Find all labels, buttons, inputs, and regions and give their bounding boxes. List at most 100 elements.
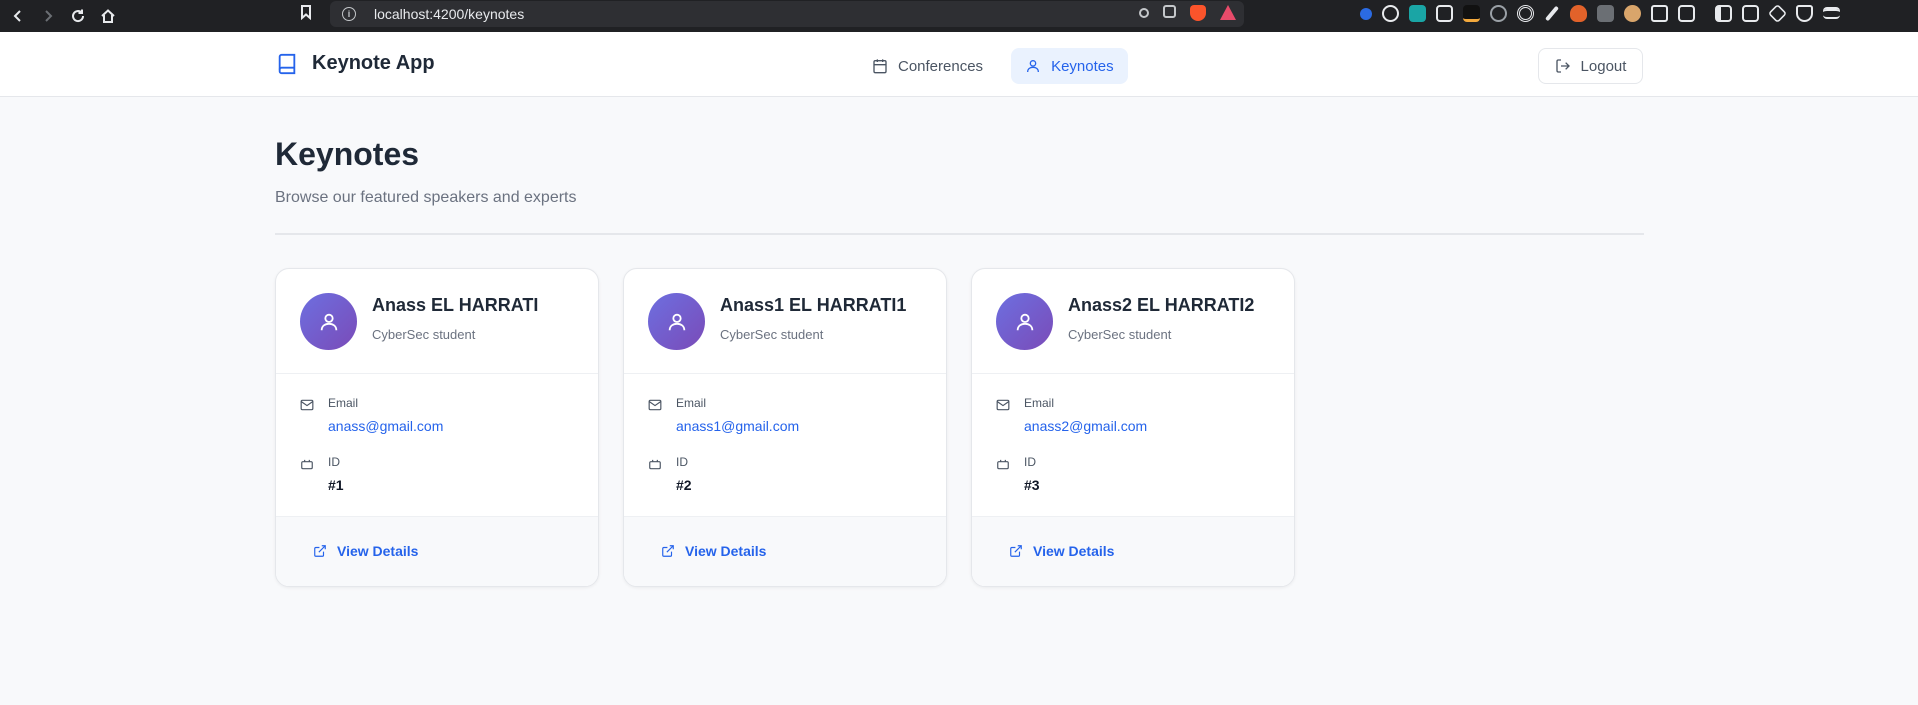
- user-icon: [1027, 60, 1040, 73]
- external-link-icon: [314, 545, 326, 557]
- id-value: #3: [1024, 477, 1040, 493]
- mail-icon: [996, 398, 1010, 412]
- browser-toolbar: i localhost:4200/keynotes: [0, 0, 1918, 32]
- forward-button[interactable]: [36, 4, 60, 28]
- extension-wave-icon[interactable]: [1360, 8, 1372, 20]
- extension-w-icon[interactable]: [1382, 5, 1399, 22]
- email-label: Email: [1024, 396, 1055, 410]
- keynote-card: Anass EL HARRATI CyberSec student Email …: [275, 268, 599, 587]
- forward-arrow-icon: [45, 10, 53, 22]
- view-details-label: View Details: [1033, 543, 1115, 559]
- badge-icon: [648, 457, 662, 471]
- email-link[interactable]: anass@gmail.com: [328, 418, 443, 434]
- id-label: ID: [1024, 455, 1036, 469]
- nav-keynotes[interactable]: Keynotes: [1011, 48, 1128, 84]
- view-details-button[interactable]: View Details: [1009, 543, 1114, 559]
- avatar: [996, 293, 1053, 350]
- bookmark-icon: [301, 5, 311, 21]
- view-details-label: View Details: [337, 543, 419, 559]
- vpn-shield-icon[interactable]: [1796, 5, 1813, 22]
- reload-icon: [72, 9, 85, 23]
- nav-conferences-label: Conferences: [898, 57, 984, 75]
- page-subtitle: Browse our featured speakers and experts: [275, 189, 577, 206]
- logout-button[interactable]: Logout: [1538, 48, 1643, 84]
- extensions-puzzle-icon[interactable]: [1651, 5, 1668, 22]
- sidebar-toggle-icon[interactable]: [1715, 5, 1732, 22]
- card-footer: View Details: [624, 516, 946, 586]
- avatar: [648, 293, 705, 350]
- user-icon: [1016, 313, 1033, 330]
- view-details-label: View Details: [685, 543, 767, 559]
- card-header: Anass1 EL HARRATI1 CyberSec student: [624, 269, 946, 374]
- home-icon: [101, 9, 115, 23]
- nav-conferences[interactable]: Conferences: [858, 48, 997, 84]
- share-icon[interactable]: [1163, 5, 1176, 18]
- app-header: Keynote App Conferences Keynotes Logout: [0, 32, 1918, 97]
- extensions-bar: [1360, 3, 1840, 24]
- address-bar[interactable]: i localhost:4200/keynotes: [330, 1, 1244, 27]
- keynote-card: Anass1 EL HARRATI1 CyberSec student Emai…: [623, 268, 947, 587]
- extension-fox-icon[interactable]: [1570, 5, 1587, 22]
- external-link-icon: [662, 545, 674, 557]
- email-link[interactable]: anass2@gmail.com: [1024, 418, 1147, 434]
- card-footer: View Details: [276, 516, 598, 586]
- card-header: Anass EL HARRATI CyberSec student: [276, 269, 598, 374]
- site-info-icon[interactable]: i: [342, 7, 356, 21]
- brave-shield-icon[interactable]: [1190, 5, 1206, 21]
- email-label: Email: [676, 396, 707, 410]
- bookmark-button[interactable]: [298, 4, 318, 24]
- badge-icon: [996, 457, 1010, 471]
- logout-icon: [1555, 59, 1570, 73]
- mail-icon: [648, 398, 662, 412]
- extension-window-icon[interactable]: [1436, 5, 1453, 22]
- keynote-card-list: Anass EL HARRATI CyberSec student Email …: [275, 268, 1295, 587]
- leo-ai-icon[interactable]: [1767, 3, 1788, 24]
- user-icon: [320, 313, 337, 330]
- id-value: #2: [676, 477, 692, 493]
- extension-folder-icon[interactable]: [1463, 5, 1480, 22]
- extension-box-icon[interactable]: [1597, 5, 1614, 22]
- brave-rewards-icon[interactable]: [1220, 5, 1236, 20]
- extension-grid-icon[interactable]: [1409, 5, 1426, 22]
- email-label: Email: [328, 396, 359, 410]
- wallet-icon[interactable]: [1742, 5, 1759, 22]
- back-button[interactable]: [6, 4, 30, 28]
- card-footer: View Details: [972, 516, 1294, 586]
- section-divider: [275, 233, 1644, 235]
- extension-face-icon[interactable]: [1624, 5, 1641, 22]
- id-label: ID: [676, 455, 688, 469]
- avatar: [300, 293, 357, 350]
- brand-title: Keynote App: [312, 52, 435, 74]
- nav-keynotes-label: Keynotes: [1051, 57, 1114, 75]
- mail-icon: [300, 398, 314, 412]
- speaker-name: Anass1 EL HARRATI1: [720, 295, 907, 315]
- extension-pipette-icon[interactable]: [1545, 5, 1559, 22]
- badge-icon: [300, 457, 314, 471]
- speaker-name: Anass2 EL HARRATI2: [1068, 295, 1255, 315]
- main-nav: Conferences Keynotes: [858, 48, 1128, 84]
- url-text: localhost:4200/keynotes: [374, 6, 525, 22]
- extension-react-icon[interactable]: [1490, 5, 1507, 22]
- back-arrow-icon: [13, 10, 21, 22]
- speaker-name: Anass EL HARRATI: [372, 295, 539, 315]
- view-details-button[interactable]: View Details: [661, 543, 766, 559]
- key-icon[interactable]: [1139, 8, 1149, 18]
- speaker-role: CyberSec student: [372, 327, 476, 342]
- user-icon: [668, 313, 685, 330]
- calendar-icon: [873, 59, 887, 74]
- speaker-role: CyberSec student: [720, 327, 824, 342]
- logout-label: Logout: [1580, 57, 1627, 75]
- card-header: Anass2 EL HARRATI2 CyberSec student: [972, 269, 1294, 374]
- view-details-button[interactable]: View Details: [313, 543, 418, 559]
- extension-search-icon[interactable]: [1678, 5, 1695, 22]
- extension-target-icon[interactable]: [1517, 5, 1534, 22]
- brand[interactable]: Keynote App: [276, 52, 435, 75]
- email-link[interactable]: anass1@gmail.com: [676, 418, 799, 434]
- page-title: Keynotes: [275, 136, 420, 172]
- browser-menu-icon[interactable]: [1823, 7, 1840, 19]
- reload-button[interactable]: [66, 4, 90, 28]
- keynote-card: Anass2 EL HARRATI2 CyberSec student Emai…: [971, 268, 1295, 587]
- book-icon: [278, 53, 296, 74]
- home-button[interactable]: [96, 4, 120, 28]
- id-value: #1: [328, 477, 344, 493]
